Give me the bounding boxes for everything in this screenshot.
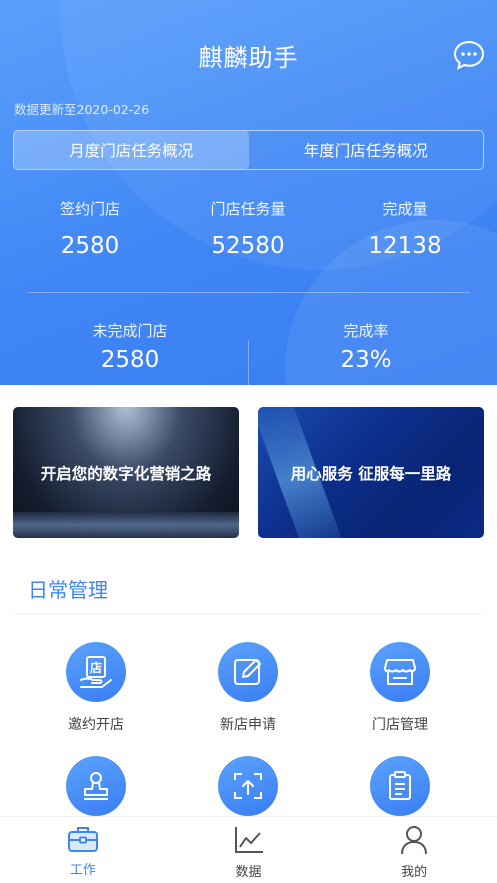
stat-label: 未完成门店 [92, 322, 168, 340]
app-title: 麒麟助手 [198, 44, 299, 72]
grid-scan-upload[interactable] [188, 756, 308, 816]
stat-label: 完成率 [343, 322, 389, 340]
tab-yearly[interactable]: 年度门店任务概况 [249, 131, 484, 169]
stat-completed: 完成量 12138 [345, 198, 465, 259]
stat-store-tasks: 门店任务量 52580 [188, 198, 308, 259]
stat-label: 门店任务量 [210, 200, 286, 218]
tab-monthly[interactable]: 月度门店任务概况 [14, 131, 249, 169]
grid-stamp[interactable] [36, 756, 156, 816]
grid-invite-store[interactable]: 店 邀约开店 [36, 642, 156, 734]
store-hand-icon: 店 [66, 642, 126, 702]
header-panel: 麒麟助手 数据更新至2020-02-26 月度门店任务概况 年度门店任务概况 签… [0, 0, 497, 385]
tab-work[interactable]: 工作 [0, 817, 166, 883]
briefcase-icon [67, 827, 98, 852]
stat-value: 2580 [60, 233, 120, 259]
grid-label: 门店管理 [372, 717, 428, 733]
update-date-text: 数据更新至2020-02-26 [14, 102, 150, 117]
edit-icon [218, 642, 278, 702]
tab-label: 工作 [69, 863, 96, 878]
banner-service[interactable]: 用心服务 征服每一里路 [258, 407, 484, 538]
bottom-tab-bar: 工作 数据 我的 [0, 816, 497, 883]
section-title-daily: 日常管理 [28, 578, 108, 602]
grid-label: 新店申请 [220, 717, 276, 733]
stat-label: 完成量 [382, 200, 428, 218]
clipboard-icon [370, 756, 430, 816]
divider [248, 340, 249, 385]
svg-text:店: 店 [90, 660, 102, 675]
stat-value: 2580 [100, 347, 160, 373]
stat-completion-rate: 完成率 23% [306, 320, 426, 373]
shop-icon [370, 642, 430, 702]
banner-digital-marketing[interactable]: 开启您的数字化营销之路 [13, 407, 239, 538]
tab-mine[interactable]: 我的 [331, 817, 497, 883]
grid-store-management[interactable]: 门店管理 [340, 642, 460, 734]
stat-value: 23% [340, 347, 392, 373]
grid-label: 邀约开店 [68, 717, 124, 733]
stat-incomplete-stores: 未完成门店 2580 [70, 320, 190, 373]
user-icon [401, 826, 428, 855]
grid-new-store-apply[interactable]: 新店申请 [188, 642, 308, 734]
divider [27, 292, 470, 293]
grid-clipboard[interactable] [340, 756, 460, 816]
chat-icon[interactable] [453, 40, 485, 70]
stamp-icon [66, 756, 126, 816]
stat-label: 签约门店 [59, 200, 120, 218]
divider [14, 613, 484, 614]
tab-data[interactable]: 数据 [166, 817, 332, 883]
tab-label: 我的 [401, 865, 428, 880]
line-chart-icon [234, 827, 263, 853]
period-segment: 月度门店任务概况 年度门店任务概况 [13, 130, 484, 170]
stat-signed-stores: 签约门店 2580 [30, 198, 150, 259]
banner-text: 用心服务 征服每一里路 [290, 464, 452, 483]
stat-value: 12138 [368, 233, 442, 259]
stat-value: 52580 [211, 233, 285, 259]
tab-label: 数据 [235, 865, 262, 880]
scan-upload-icon [218, 756, 278, 816]
banner-text: 开启您的数字化营销之路 [40, 464, 212, 483]
